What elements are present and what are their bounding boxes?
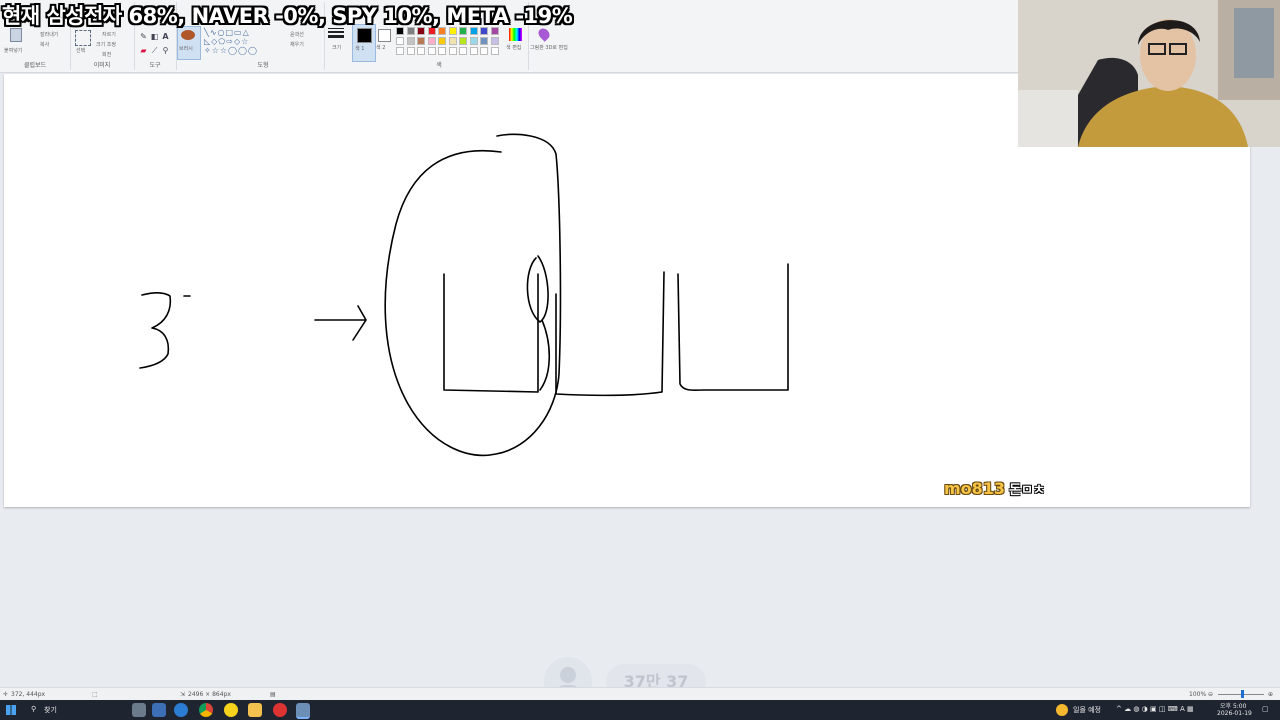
shapes-gallery[interactable]: ╲∿○□▭△ ◺◇⬠⇨◇☆ ✧☆☆◯◯◯	[204, 28, 278, 58]
select-label: 선택	[76, 48, 86, 54]
resize-button[interactable]: 크기 조정	[96, 41, 116, 48]
streamer-image	[1018, 0, 1280, 147]
cup-three-stroke	[677, 263, 789, 392]
clock-time[interactable]: 오후 5:00	[1220, 701, 1246, 710]
tray-icons[interactable]: ^ ☁ ◍ ◑ ▣ ◫ ⌨ A ▦	[1116, 705, 1194, 713]
paint3d-button[interactable]: 그림판 3D로 편집	[530, 26, 568, 58]
canvas-size: 2496 × 864px	[188, 691, 231, 698]
clipboard-group-label: 클립보드	[23, 62, 47, 69]
magnifier-icon[interactable]: ⚲	[161, 46, 170, 55]
cut-button[interactable]: 잘라내기	[40, 31, 58, 38]
kakaotalk-icon[interactable]	[224, 703, 238, 717]
pencil-icon[interactable]: ✎	[139, 32, 148, 41]
canvas-size-icon: ⇲	[180, 691, 186, 698]
user-icon	[560, 667, 576, 683]
rotate-button[interactable]: 회전	[102, 51, 111, 58]
digit-three-stroke	[139, 292, 172, 369]
selection-icon: ⬚	[92, 691, 98, 698]
fill-icon[interactable]: ◧	[150, 32, 159, 41]
app-avatar-icon[interactable]	[132, 703, 146, 717]
outline-button[interactable]: 윤곽선	[290, 31, 304, 38]
image-group-label: 이미지	[93, 62, 111, 69]
paint3d-label: 그림판 3D로 편집	[530, 45, 568, 51]
file-explorer-icon[interactable]	[248, 703, 262, 717]
cup-one-stroke	[443, 273, 539, 393]
copy-button[interactable]: 복사	[40, 41, 49, 48]
donation-user: mo813	[944, 479, 1006, 498]
select-button[interactable]	[75, 30, 91, 46]
brushes-label: 브러시	[179, 46, 193, 52]
search-label[interactable]: 찾기	[44, 705, 57, 715]
shapes-icon: ╲∿○□▭△ ◺◇⬠⇨◇☆ ✧☆☆◯◯◯	[204, 28, 258, 55]
colors-group-label: 색	[436, 62, 442, 69]
status-bar: ✛ 372, 444px ⬚ ⇲ 2496 × 864px ▤ 100% ⊖ ⊕	[0, 687, 1280, 701]
weather-label: 일몰 예정	[1073, 706, 1101, 714]
eraser-icon[interactable]: ▰	[139, 46, 148, 55]
size-label: 크기	[332, 45, 342, 51]
donation-alert: mo813 돈ㅁㅊ	[944, 479, 1045, 498]
clock-date[interactable]: 2026-01-19	[1217, 710, 1252, 717]
edge-icon[interactable]	[174, 703, 188, 717]
notification-icon[interactable]: ▢	[1262, 705, 1269, 713]
file-size-icon: ▤	[270, 691, 276, 698]
donation-message: 돈ㅁㅊ	[1009, 483, 1045, 498]
chrome-icon[interactable]	[199, 703, 213, 717]
cursor-position-icon: ✛	[3, 691, 9, 698]
app-tool-icon[interactable]	[152, 703, 166, 717]
zoom-in-button[interactable]: ⊕	[1268, 691, 1273, 698]
clipboard-icon	[10, 28, 22, 42]
zoom-out-button[interactable]: ⊖	[1208, 691, 1213, 698]
record-app-icon[interactable]	[273, 703, 287, 717]
start-icon[interactable]	[6, 705, 16, 715]
webcam-overlay	[1018, 0, 1280, 147]
stock-ticker-overlay: 현재 삼성전자 68%, NAVER -0%, SPY 10%, META -1…	[2, 4, 573, 28]
cup-two-stroke	[555, 271, 665, 397]
text-icon[interactable]: A	[161, 32, 170, 41]
color-picker-icon[interactable]: ⟋	[150, 46, 159, 55]
crop-button[interactable]: 자르기	[102, 31, 116, 38]
shapes-group-label: 도형	[257, 62, 269, 69]
search-icon[interactable]: ⚲	[31, 705, 36, 713]
paste-label: 붙여넣기	[4, 48, 23, 54]
brush-icon	[181, 30, 195, 40]
zoom-slider-thumb[interactable]	[1241, 690, 1244, 698]
fill-button[interactable]: 채우기	[290, 41, 304, 48]
tools-group-label: 도구	[149, 62, 161, 69]
zoom-level: 100%	[1189, 691, 1207, 698]
cursor-position: 372, 444px	[11, 691, 46, 698]
brushes-button[interactable]: 브러시	[177, 26, 201, 60]
weather-icon	[1056, 704, 1068, 716]
taskbar: ⚲ 찾기 일몰 예정 ^ ☁ ◍ ◑ ▣ ◫ ⌨ A ▦ 오후 5:00 202…	[0, 700, 1280, 720]
paint-app-icon[interactable]	[296, 703, 310, 719]
arrow-stroke	[314, 305, 367, 341]
oval-stroke	[384, 133, 562, 457]
size-button[interactable]: 크기	[326, 26, 346, 58]
